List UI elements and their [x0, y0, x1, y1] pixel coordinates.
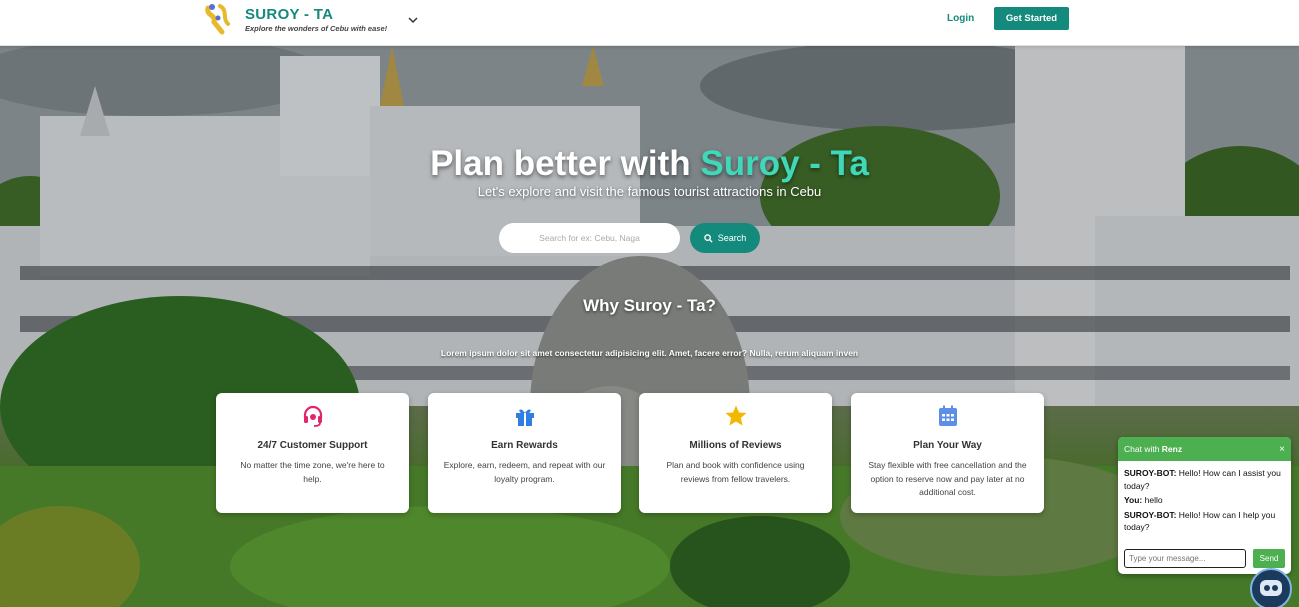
- gift-icon: [515, 409, 534, 426]
- feature-card-reviews: Millions of Reviews Plan and book with c…: [639, 393, 832, 513]
- feature-card-rewards: Earn Rewards Explore, earn, redeem, and …: [428, 393, 621, 513]
- feature-text: Stay flexible with free cancellation and…: [868, 460, 1027, 497]
- hero-title: Plan better with Suroy - Ta: [0, 144, 1299, 184]
- why-title: Why Suroy - Ta?: [583, 296, 716, 315]
- chat-close-button[interactable]: ×: [1279, 444, 1285, 455]
- chat-agent-name: Renz: [1161, 444, 1183, 454]
- chat-messages: SUROY-BOT: Hello! How can I assist you t…: [1118, 461, 1291, 542]
- chat-message: You: hello: [1124, 494, 1285, 507]
- chat-header-prefix: Chat with: [1124, 444, 1162, 454]
- feature-text: Plan and book with confidence using revi…: [666, 460, 805, 484]
- message-sender: You:: [1124, 495, 1143, 505]
- chat-header: Chat with Renz ×: [1118, 437, 1291, 461]
- brand-title: SUROY - TA: [245, 6, 334, 23]
- hero-overlay: [0, 46, 1299, 607]
- brand-tagline: Explore the wonders of Cebu with ease!: [245, 24, 388, 33]
- chat-widget: Chat with Renz × SUROY-BOT: Hello! How c…: [1118, 437, 1291, 574]
- feature-title: Plan Your Way: [913, 440, 982, 451]
- top-navbar: SUROY - TA Explore the wonders of Cebu w…: [0, 0, 1299, 46]
- calendar-icon: [938, 405, 957, 426]
- feature-card-plan: Plan Your Way Stay flexible with free ca…: [851, 393, 1044, 513]
- headset-icon: [303, 405, 322, 427]
- search-button-label: Search: [717, 233, 747, 243]
- hero-title-accent: Suroy - Ta: [700, 144, 869, 183]
- chat-message: SUROY-BOT: Hello! How can I help you tod…: [1124, 509, 1285, 534]
- chat-header-title: Chat with Renz: [1124, 444, 1182, 454]
- message-sender: SUROY-BOT:: [1124, 468, 1177, 478]
- brand[interactable]: SUROY - TA Explore the wonders of Cebu w…: [245, 6, 387, 33]
- star-icon: [725, 405, 746, 426]
- search-input[interactable]: [499, 223, 680, 253]
- feature-title: 24/7 Customer Support: [257, 440, 368, 451]
- feature-card-support: 24/7 Customer Support No matter the time…: [216, 393, 409, 513]
- suroy-ta-logo[interactable]: [202, 2, 234, 36]
- message-text: hello: [1142, 495, 1163, 505]
- chat-message: SUROY-BOT: Hello! How can I assist you t…: [1124, 467, 1285, 492]
- hero-section: Plan better with Suroy - Ta Let's explor…: [0, 46, 1299, 607]
- feature-title: Millions of Reviews: [689, 440, 782, 451]
- why-subtitle: Lorem ipsum dolor sit amet consectetur a…: [440, 348, 859, 358]
- chevron-down-icon[interactable]: [407, 14, 419, 26]
- search-button[interactable]: Search: [690, 223, 760, 253]
- feature-title: Earn Rewards: [491, 440, 558, 451]
- chatbot-avatar-icon[interactable]: [1250, 568, 1292, 607]
- robot-icon: [1260, 580, 1282, 596]
- feature-text: No matter the time zone, we're here to h…: [240, 460, 385, 484]
- get-started-button[interactable]: Get Started: [994, 7, 1069, 30]
- search-icon: [703, 233, 713, 243]
- hero-subtitle: Let's explore and visit the famous touri…: [477, 184, 822, 199]
- hero-title-main: Plan better with: [430, 144, 701, 183]
- feature-text: Explore, earn, redeem, and repeat with o…: [443, 460, 606, 484]
- chat-message-input[interactable]: [1124, 549, 1246, 568]
- login-link[interactable]: Login: [947, 13, 974, 24]
- chat-send-button[interactable]: Send: [1253, 549, 1285, 568]
- message-sender: SUROY-BOT:: [1124, 509, 1177, 520]
